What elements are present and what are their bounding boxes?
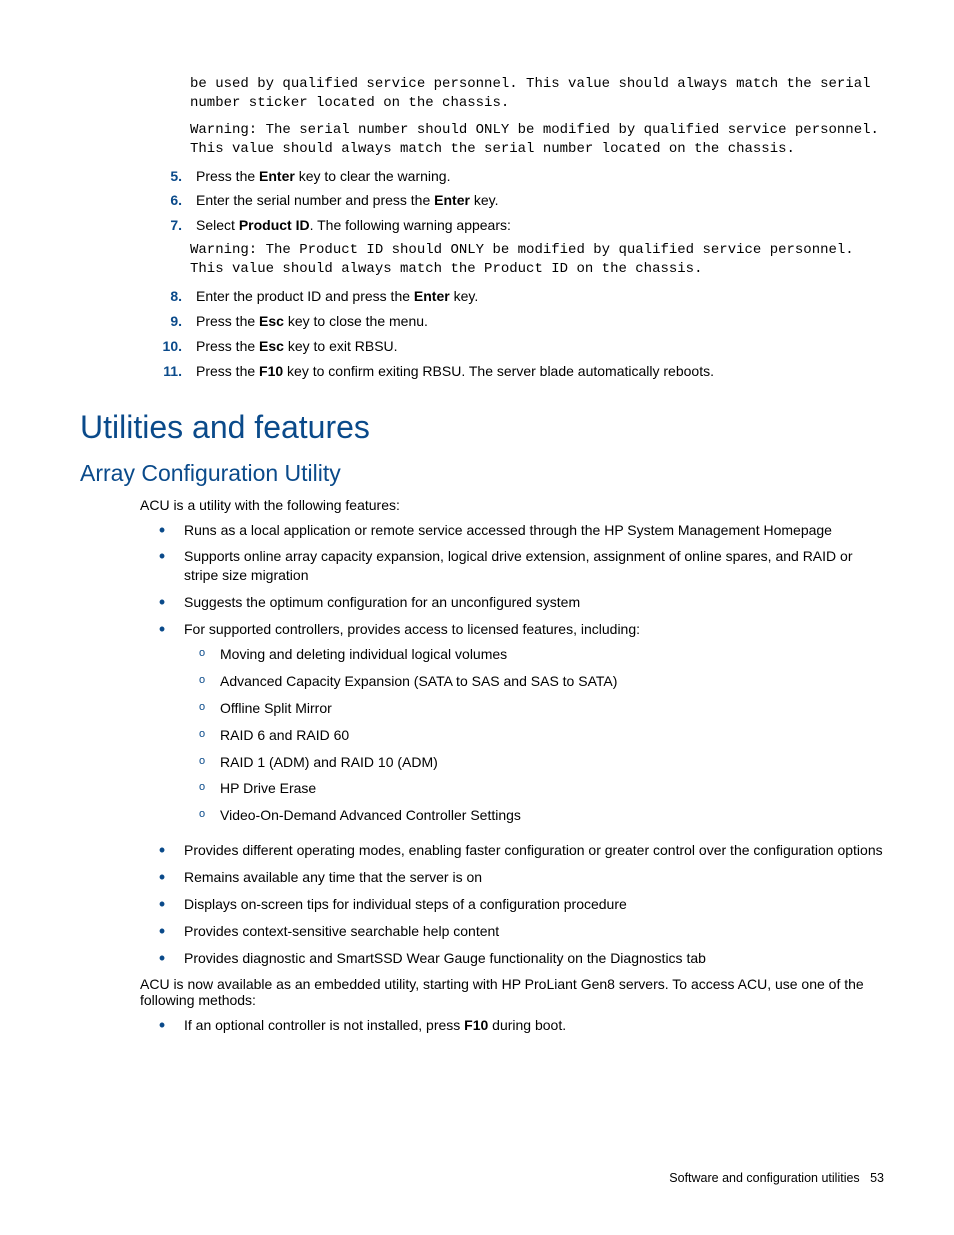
bullet-icon: • xyxy=(140,620,184,833)
step-text: Enter the serial number and press the En… xyxy=(196,191,884,210)
list-text: Displays on-screen tips for individual s… xyxy=(184,895,884,914)
sub-list-text: Offline Split Mirror xyxy=(220,699,884,718)
circle-bullet-icon: o xyxy=(184,672,220,691)
step-item: 11. Press the F10 key to confirm exiting … xyxy=(140,362,884,381)
sub-list-text: RAID 6 and RAID 60 xyxy=(220,726,884,745)
step-item: 6. Enter the serial number and press the … xyxy=(140,191,884,210)
method-list: •If an optional controller is not instal… xyxy=(140,1016,884,1035)
list-text: Runs as a local application or remote se… xyxy=(184,521,884,540)
step-text: Enter the product ID and press the Enter… xyxy=(196,287,884,306)
step-number: 8. xyxy=(140,287,182,306)
sub-list-item: oMoving and deleting individual logical … xyxy=(184,645,884,664)
step-number: 10. xyxy=(140,337,182,356)
bullet-icon: • xyxy=(140,895,184,914)
step-item: 10. Press the Esc key to exit RBSU. xyxy=(140,337,884,356)
list-text: Provides diagnostic and SmartSSD Wear Ga… xyxy=(184,949,884,968)
list-item: •Remains available any time that the ser… xyxy=(140,868,884,887)
list-item: •Provides diagnostic and SmartSSD Wear G… xyxy=(140,949,884,968)
list-item: •For supported controllers, provides acc… xyxy=(140,620,884,833)
paragraph: ACU is now available as an embedded util… xyxy=(140,976,884,1008)
paragraph: ACU is a utility with the following feat… xyxy=(140,497,884,513)
sub-list-text: Moving and deleting individual logical v… xyxy=(220,645,884,664)
step-text: Select Product ID. The following warning… xyxy=(196,216,884,235)
page-number: 53 xyxy=(870,1171,884,1185)
circle-bullet-icon: o xyxy=(184,645,220,664)
feature-list: •Runs as a local application or remote s… xyxy=(140,521,884,968)
sub-list-text: RAID 1 (ADM) and RAID 10 (ADM) xyxy=(220,753,884,772)
circle-bullet-icon: o xyxy=(184,779,220,798)
page-footer: Software and configuration utilities 53 xyxy=(669,1171,884,1185)
sub-list-item: oOffline Split Mirror xyxy=(184,699,884,718)
bold-key: F10 xyxy=(259,363,283,379)
step-item: 9. Press the Esc key to close the menu. xyxy=(140,312,884,331)
list-text: If an optional controller is not install… xyxy=(184,1016,884,1035)
list-item: •Suggests the optimum configuration for … xyxy=(140,593,884,612)
bullet-icon: • xyxy=(140,1016,184,1035)
sub-list-text: Advanced Capacity Expansion (SATA to SAS… xyxy=(220,672,884,691)
step-item: 7. Select Product ID. The following warni… xyxy=(140,216,884,235)
step-number: 9. xyxy=(140,312,182,331)
content-column: be used by qualified service personnel. … xyxy=(70,75,884,1035)
sub-list-item: oRAID 6 and RAID 60 xyxy=(184,726,884,745)
sub-list-item: oHP Drive Erase xyxy=(184,779,884,798)
circle-bullet-icon: o xyxy=(184,726,220,745)
step-item: 5. Press the Enter key to clear the warni… xyxy=(140,167,884,186)
circle-bullet-icon: o xyxy=(184,806,220,825)
warning-text: Warning: The Product ID should ONLY be m… xyxy=(190,241,884,279)
bold-key: Enter xyxy=(414,288,450,304)
sub-list: oMoving and deleting individual logical … xyxy=(184,645,884,825)
bullet-icon: • xyxy=(140,922,184,941)
step-number: 5. xyxy=(140,167,182,186)
bullet-icon: • xyxy=(140,547,184,585)
bold-key: Product ID xyxy=(239,217,310,233)
list-item: •Runs as a local application or remote s… xyxy=(140,521,884,540)
list-item: •If an optional controller is not instal… xyxy=(140,1016,884,1035)
list-text: Supports online array capacity expansion… xyxy=(184,547,884,585)
sub-list-text: HP Drive Erase xyxy=(220,779,884,798)
step-text: Press the F10 key to confirm exiting RBS… xyxy=(196,362,884,381)
circle-bullet-icon: o xyxy=(184,753,220,772)
sub-list-item: oRAID 1 (ADM) and RAID 10 (ADM) xyxy=(184,753,884,772)
sub-list-item: oVideo-On-Demand Advanced Controller Set… xyxy=(184,806,884,825)
list-item: •Provides context-sensitive searchable h… xyxy=(140,922,884,941)
step-item: 8. Enter the product ID and press the Ent… xyxy=(140,287,884,306)
list-item: •Supports online array capacity expansio… xyxy=(140,547,884,585)
step-text: Press the Enter key to clear the warning… xyxy=(196,167,884,186)
list-text: Remains available any time that the serv… xyxy=(184,868,884,887)
heading-2: Array Configuration Utility xyxy=(80,460,884,487)
document-page: be used by qualified service personnel. … xyxy=(0,0,954,1235)
sub-list-item: oAdvanced Capacity Expansion (SATA to SA… xyxy=(184,672,884,691)
circle-bullet-icon: o xyxy=(184,699,220,718)
list-text: Provides different operating modes, enab… xyxy=(184,841,884,860)
heading-1: Utilities and features xyxy=(80,409,884,446)
bullet-icon: • xyxy=(140,949,184,968)
list-text: Suggests the optimum configuration for a… xyxy=(184,593,884,612)
warning-text: be used by qualified service personnel. … xyxy=(190,75,884,113)
bold-key: F10 xyxy=(464,1017,488,1033)
step-text: Press the Esc key to exit RBSU. xyxy=(196,337,884,356)
sub-list-text: Video-On-Demand Advanced Controller Sett… xyxy=(220,806,884,825)
bullet-icon: • xyxy=(140,841,184,860)
bullet-icon: • xyxy=(140,593,184,612)
step-number: 11. xyxy=(140,362,182,381)
ordered-steps: 5. Press the Enter key to clear the warni… xyxy=(140,167,884,381)
step-text: Press the Esc key to close the menu. xyxy=(196,312,884,331)
footer-label: Software and configuration utilities xyxy=(669,1171,859,1185)
list-text: Provides context-sensitive searchable he… xyxy=(184,922,884,941)
step-number: 6. xyxy=(140,191,182,210)
bold-key: Esc xyxy=(259,313,284,329)
bold-key: Enter xyxy=(434,192,470,208)
bullet-icon: • xyxy=(140,868,184,887)
bold-key: Esc xyxy=(259,338,284,354)
list-item: •Provides different operating modes, ena… xyxy=(140,841,884,860)
list-item: •Displays on-screen tips for individual … xyxy=(140,895,884,914)
list-text: For supported controllers, provides acce… xyxy=(184,620,884,833)
bold-key: Enter xyxy=(259,168,295,184)
warning-text: Warning: The serial number should ONLY b… xyxy=(190,121,884,159)
step-number: 7. xyxy=(140,216,182,235)
bullet-icon: • xyxy=(140,521,184,540)
